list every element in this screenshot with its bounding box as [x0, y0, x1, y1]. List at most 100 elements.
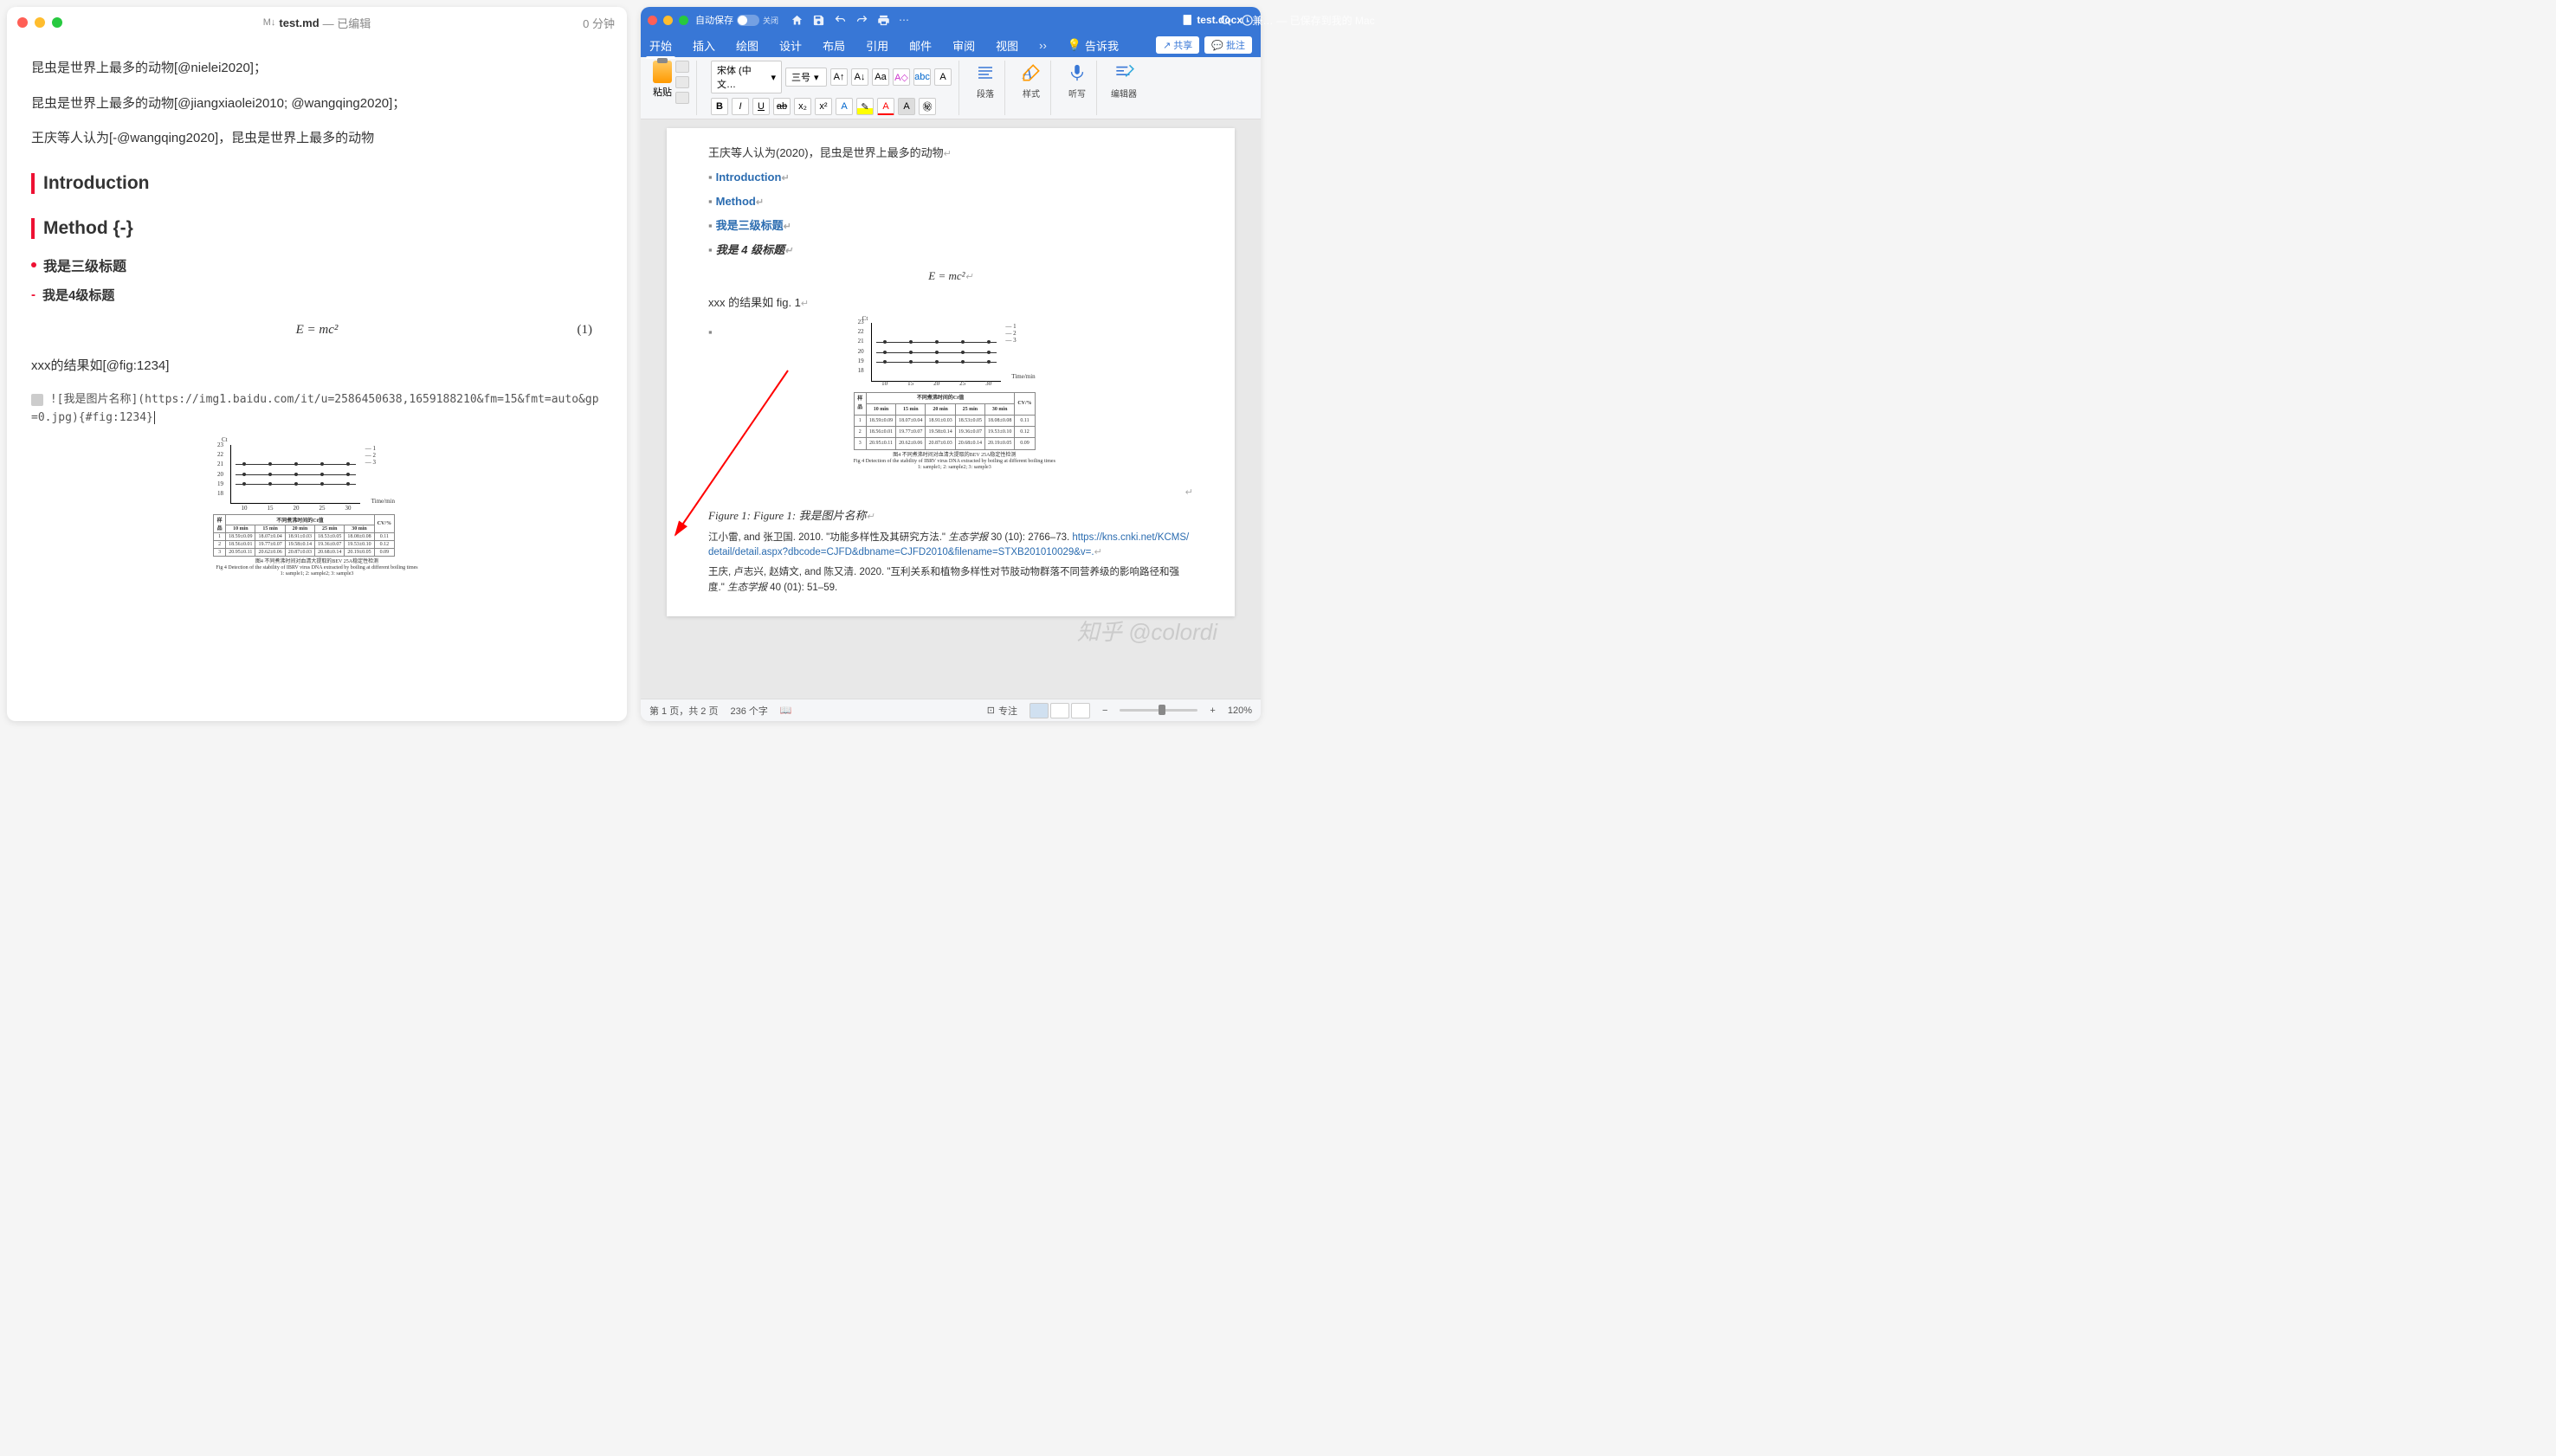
close-icon[interactable]: [17, 17, 28, 28]
comments-button[interactable]: 💬批注: [1204, 36, 1252, 54]
minimize-icon[interactable]: [35, 17, 45, 28]
paragraph[interactable]: 王庆等人认为(2020)，昆虫是世界上最多的动物↵: [708, 144, 1193, 163]
bullet-icon: [31, 262, 36, 267]
undo-icon[interactable]: [834, 14, 847, 27]
subscript-button[interactable]: x₂: [794, 98, 811, 115]
paragraph[interactable]: 昆虫是世界上最多的动物[@jiangxiaolei2010; @wangqing…: [31, 94, 603, 114]
font-family-select[interactable]: 宋体 (中文…▾: [711, 61, 782, 93]
cut-icon[interactable]: [675, 61, 689, 73]
tab-review[interactable]: 审阅: [952, 34, 975, 57]
zoom-out-button[interactable]: −: [1102, 705, 1107, 716]
doc-heading-1[interactable]: ▪Introduction↵: [708, 168, 1193, 187]
equation-block[interactable]: E = mc² (1): [31, 323, 603, 338]
dictate-button[interactable]: 听写: [1065, 61, 1089, 100]
heading-3[interactable]: 我是三级标题: [31, 254, 603, 275]
spellcheck-icon[interactable]: 📖: [780, 705, 792, 716]
close-icon[interactable]: [648, 16, 657, 25]
underline-button[interactable]: U: [752, 98, 770, 115]
tab-view[interactable]: 视图: [996, 34, 1018, 57]
toggle-switch-icon[interactable]: [737, 15, 759, 26]
slider-thumb-icon[interactable]: [1159, 705, 1165, 715]
heading-4[interactable]: -我是4级标题: [31, 286, 603, 304]
redo-icon[interactable]: [855, 14, 868, 27]
autosave-toggle[interactable]: 自动保存 关闭: [695, 13, 778, 27]
heading-1[interactable]: Introduction: [31, 173, 603, 194]
more-tabs-icon[interactable]: ››: [1039, 39, 1047, 52]
print-icon[interactable]: [877, 14, 890, 27]
home-icon[interactable]: [791, 14, 804, 27]
reference-entry[interactable]: 江小雷, and 张卫国. 2010. "功能多样性及其研究方法." 生态学报 …: [708, 531, 1193, 561]
document-area[interactable]: 王庆等人认为(2020)，昆虫是世界上最多的动物↵ ▪Introduction↵…: [641, 119, 1261, 699]
image-markdown-syntax[interactable]: ![我是图片名称](https://img1.baidu.com/it/u=25…: [31, 391, 603, 428]
para-text: xxx 的结果如 fig. 1: [708, 296, 801, 309]
char-shading-icon[interactable]: A: [898, 98, 915, 115]
outline-view-icon[interactable]: [1071, 703, 1090, 718]
editor-body[interactable]: 昆虫是世界上最多的动物[@nielei2020]； 昆虫是世界上最多的动物[@j…: [7, 38, 627, 721]
editor-button[interactable]: 编辑器: [1111, 61, 1137, 100]
decrease-font-icon[interactable]: A↓: [851, 68, 868, 86]
doc-heading-4[interactable]: ▪我是 4 级标题↵: [708, 241, 1193, 260]
strikethrough-button[interactable]: ab: [773, 98, 791, 115]
save-icon[interactable]: [812, 14, 825, 27]
bold-button[interactable]: B: [711, 98, 728, 115]
tell-me[interactable]: 💡告诉我: [1068, 37, 1119, 54]
reference-entry[interactable]: 王庆, 卢志兴, 赵婧文, and 陈又清. 2020. "互利关系和植物多样性…: [708, 565, 1193, 596]
heading-text: Introduction: [716, 171, 782, 184]
copy-icon[interactable]: [675, 76, 689, 88]
share-button[interactable]: ↗共享: [1156, 36, 1199, 54]
heading-text: 我是 4 级标题: [716, 243, 784, 256]
maximize-icon[interactable]: [52, 17, 62, 28]
comment-icon: 💬: [1211, 40, 1223, 51]
paragraph[interactable]: xxx 的结果如 fig. 1↵: [708, 293, 1193, 312]
paragraph[interactable]: 王庆等人认为[-@wangqing2020]，昆虫是世界上最多的动物: [31, 129, 603, 149]
paragraph[interactable]: 昆虫是世界上最多的动物[@nielei2020]；: [31, 59, 603, 79]
figure-caption[interactable]: Figure 1: Figure 1: 我是图片名称↵: [708, 506, 1193, 525]
window-controls: [648, 16, 688, 25]
zoom-in-button[interactable]: +: [1210, 705, 1215, 716]
heading-text: 我是三级标题: [43, 254, 126, 275]
equation[interactable]: E = mc²↵: [708, 267, 1193, 286]
paragraph-mark-icon: ↵: [866, 512, 874, 522]
tab-references[interactable]: 引用: [866, 34, 888, 57]
font-color-icon[interactable]: A: [877, 98, 894, 115]
doc-heading-2[interactable]: ▪Method↵: [708, 192, 1193, 211]
char-border-icon[interactable]: A: [934, 68, 952, 86]
tab-insert[interactable]: 插入: [693, 34, 715, 57]
focus-mode-button[interactable]: ⊡专注: [987, 704, 1017, 718]
phonetic-icon[interactable]: abc: [913, 68, 931, 86]
status-bar: 第 1 页，共 2 页 236 个字 📖 ⊡专注 − + 120%: [641, 699, 1261, 721]
zoom-slider[interactable]: [1120, 709, 1197, 712]
maximize-icon[interactable]: [679, 16, 688, 25]
qat-more-icon[interactable]: ⋯: [899, 14, 909, 26]
word-count[interactable]: 236 个字: [730, 704, 767, 718]
format-painter-icon[interactable]: [675, 92, 689, 104]
tab-design[interactable]: 设计: [779, 34, 802, 57]
zoom-level[interactable]: 120%: [1228, 705, 1252, 716]
tab-layout[interactable]: 布局: [823, 34, 845, 57]
print-layout-view-icon[interactable]: [1030, 703, 1049, 718]
increase-font-icon[interactable]: A↑: [830, 68, 848, 86]
minimize-icon[interactable]: [663, 16, 673, 25]
paragraph-button[interactable]: 段落: [973, 61, 997, 100]
doc-heading-3[interactable]: ▪我是三级标题↵: [708, 216, 1193, 235]
superscript-button[interactable]: x²: [815, 98, 832, 115]
page-indicator[interactable]: 第 1 页，共 2 页: [649, 704, 718, 718]
paste-button[interactable]: 粘贴: [653, 61, 672, 104]
paragraph[interactable]: xxx的结果如[@fig:1234]: [31, 357, 603, 377]
search-icon[interactable]: [1219, 14, 1232, 27]
italic-button[interactable]: I: [732, 98, 749, 115]
heading-1[interactable]: Method {-}: [31, 218, 603, 239]
web-layout-view-icon[interactable]: [1050, 703, 1069, 718]
change-case-icon[interactable]: Aa: [872, 68, 889, 86]
history-icon[interactable]: [1241, 14, 1254, 27]
document-page[interactable]: 王庆等人认为(2020)，昆虫是世界上最多的动物↵ ▪Introduction↵…: [667, 128, 1235, 616]
tab-mail[interactable]: 邮件: [909, 34, 932, 57]
tab-home[interactable]: 开始: [649, 34, 672, 57]
font-size-select[interactable]: 三号▾: [785, 68, 827, 87]
clear-format-icon[interactable]: A◇: [893, 68, 910, 86]
text-effects-icon[interactable]: A: [836, 98, 853, 115]
styles-button[interactable]: A 样式: [1019, 61, 1043, 100]
highlight-icon[interactable]: ✎: [856, 98, 874, 115]
enclose-char-icon[interactable]: ㊙: [919, 98, 936, 115]
tab-draw[interactable]: 绘图: [736, 34, 758, 57]
